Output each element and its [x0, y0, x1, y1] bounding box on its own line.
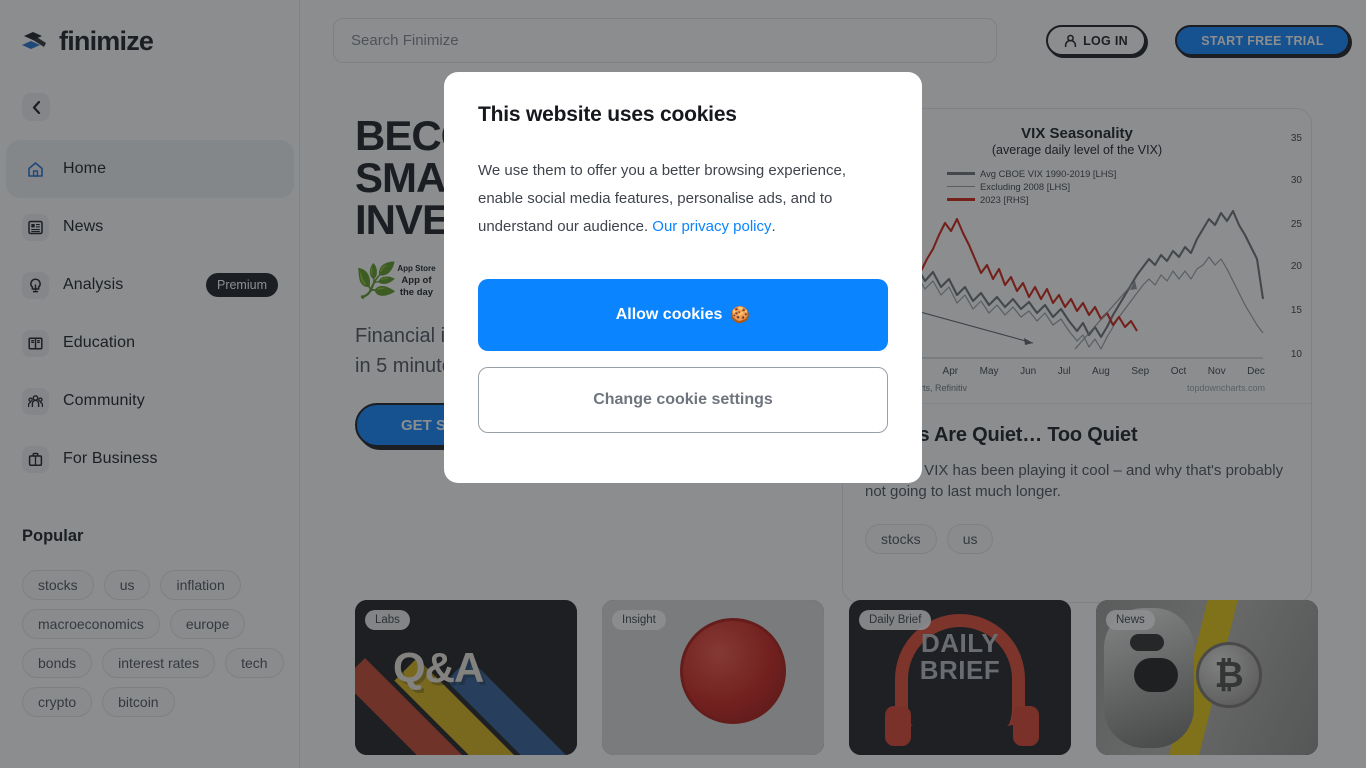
cookie-dialog-heading: This website uses cookies	[478, 103, 737, 126]
cookie-consent-dialog: This website uses cookies We use them to…	[444, 72, 922, 483]
allow-cookies-label: Allow cookies	[615, 306, 723, 323]
change-cookie-settings-label: Change cookie settings	[593, 391, 773, 408]
cookie-dialog-body: We use them to offer you a better browsi…	[478, 157, 888, 241]
cookie-emoji-icon: 🍪	[730, 307, 751, 324]
app-root: finimize Home	[0, 0, 1366, 768]
allow-cookies-button[interactable]: Allow cookies 🍪	[478, 279, 888, 351]
change-cookie-settings-button[interactable]: Change cookie settings	[478, 367, 888, 433]
cookie-body-period: .	[771, 218, 776, 235]
privacy-policy-link[interactable]: Our privacy policy	[652, 218, 771, 235]
